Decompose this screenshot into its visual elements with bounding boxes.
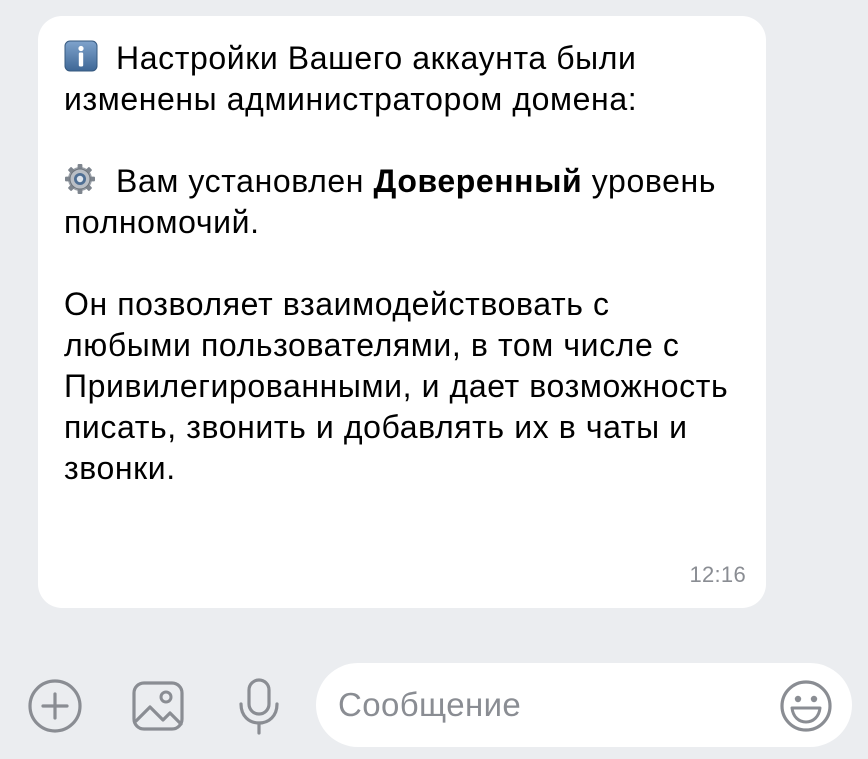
- message-timestamp: 12:16: [689, 562, 746, 587]
- trust-level-label: Доверенный: [373, 163, 583, 199]
- message-bubble[interactable]: Настройки Вашего аккаунта были изменены …: [38, 16, 766, 608]
- message-paragraph-3: Он позволяет взаимодействовать с любыми …: [64, 286, 729, 486]
- smile-icon[interactable]: [778, 678, 834, 734]
- plus-circle-icon[interactable]: [25, 676, 85, 736]
- chat-area: Настройки Вашего аккаунта были изменены …: [0, 0, 868, 646]
- message-text-2-before: Вам установлен: [116, 163, 374, 199]
- message-paragraph-2: Вам установлен Доверенный уровень полном…: [64, 161, 740, 243]
- message-text-1: Настройки Вашего аккаунта были изменены …: [64, 40, 638, 117]
- info-icon: [64, 40, 102, 72]
- message-input-container[interactable]: [316, 663, 852, 747]
- message-input[interactable]: [338, 663, 758, 747]
- composer-bar: [0, 646, 868, 759]
- message-paragraph-1: Настройки Вашего аккаунта были изменены …: [64, 38, 740, 120]
- microphone-icon[interactable]: [229, 676, 289, 736]
- gear-icon: [64, 163, 102, 195]
- image-icon[interactable]: [128, 676, 188, 736]
